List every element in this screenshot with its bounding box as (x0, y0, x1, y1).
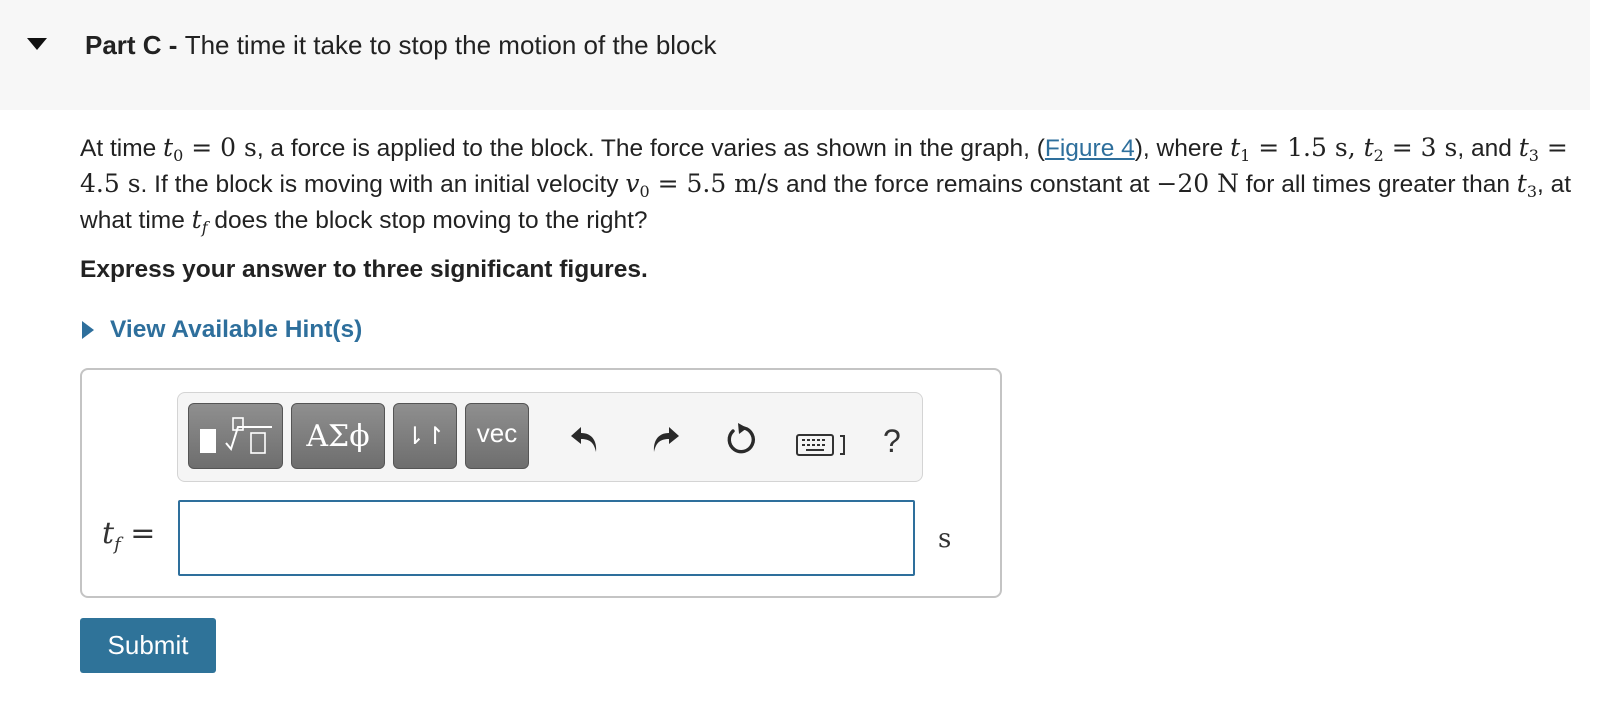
math-t2: t2 = 3 s (1363, 133, 1458, 165)
part-prefix: Part C - (85, 30, 185, 60)
redo-icon[interactable] (648, 421, 682, 455)
arrows-button[interactable]: ⇂↾ (393, 403, 457, 469)
problem-text: does the block stop moving to the right? (207, 207, 648, 234)
submit-button[interactable]: Submit (80, 618, 216, 673)
math-comma: , (1347, 133, 1364, 162)
templates-icon (199, 417, 272, 454)
greek-symbols-button[interactable]: ΑΣϕ (291, 403, 385, 469)
part-title-text: The time it take to stop the motion of t… (184, 30, 717, 60)
keyboard-icon[interactable] (796, 433, 852, 457)
problem-text: , a force is applied to the block. The f… (256, 135, 1045, 162)
math-force: −20 N (1156, 169, 1239, 198)
problem-text: for all times greater than (1238, 171, 1517, 198)
hints-toggle[interactable]: View Available Hint(s) (80, 315, 362, 345)
figure-link[interactable]: Figure 4 (1045, 135, 1135, 162)
part-title: Part C - The time it take to stop the mo… (85, 30, 717, 61)
problem-text: and the force remains constant at (779, 171, 1157, 198)
problem-text: , and (1457, 135, 1519, 162)
expand-triangle-icon (80, 320, 96, 340)
help-button[interactable]: ? (883, 423, 901, 460)
reset-icon[interactable] (723, 421, 757, 457)
math-toolbar: ΑΣϕ ⇂↾ vec ? (177, 392, 923, 482)
templates-button[interactable] (188, 403, 283, 469)
math-t0: t0 = 0 s (163, 133, 257, 165)
answer-instruction: Express your answer to three significant… (80, 256, 648, 283)
hints-label: View Available Hint(s) (110, 316, 363, 343)
collapse-triangle-icon[interactable] (26, 36, 48, 52)
math-tf: tf (191, 205, 208, 237)
problem-text: . If the block is moving with an initial… (140, 171, 626, 198)
part-header: Part C - The time it take to stop the mo… (0, 0, 1590, 110)
problem-statement: At time t0 = 0 s, a force is applied to … (80, 130, 1580, 238)
problem-text: ), where (1134, 135, 1231, 162)
math-t1: t1 = 1.5 s (1230, 133, 1348, 165)
math-t3-ref: t3 (1516, 169, 1538, 201)
undo-icon[interactable] (568, 421, 602, 455)
unit-label: s (938, 524, 952, 554)
math-v0: v0 = 5.5 m/s (625, 169, 780, 201)
answer-box: ΑΣϕ ⇂↾ vec ? tf = s (80, 368, 1002, 598)
answer-input[interactable] (178, 500, 915, 576)
problem-text: At time (80, 135, 164, 162)
vector-button[interactable]: vec (465, 403, 529, 469)
answer-variable-label: tf = (102, 516, 156, 555)
